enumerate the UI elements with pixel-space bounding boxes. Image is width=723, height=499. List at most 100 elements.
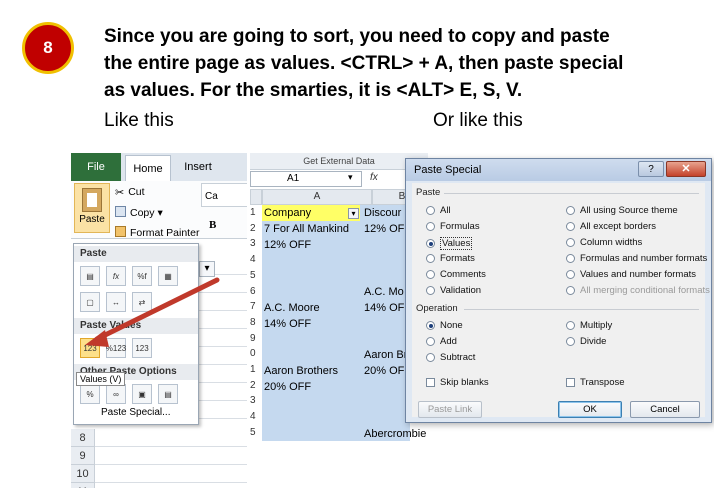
radio-button[interactable] (566, 286, 575, 295)
radio-subtract[interactable]: Subtract (426, 352, 475, 363)
row-header[interactable]: 4 (250, 409, 262, 425)
table-cell[interactable]: 7 For All Mankind (264, 223, 349, 235)
radio-formulas-and-number-formats[interactable]: Formulas and number formats (566, 253, 707, 264)
filter-dropdown-icon[interactable]: ▾ (348, 208, 359, 219)
table-cell[interactable]: 20% OFF (264, 381, 311, 393)
row-header[interactable]: 7 (250, 299, 262, 315)
radio-label: Values and number formats (580, 269, 696, 280)
radio-button[interactable] (566, 222, 575, 231)
checkbox[interactable] (426, 378, 435, 387)
help-button[interactable]: ? (638, 161, 664, 177)
radio-all-using-source-theme[interactable]: All using Source theme (566, 205, 678, 216)
row-header[interactable]: 5 (250, 268, 262, 284)
row-header[interactable]: 4 (250, 252, 262, 268)
radio-button-selected[interactable] (426, 321, 435, 330)
ribbon-screenshot: File Home Insert Paste ✂ Cut Copy ▾ Forma… (71, 153, 247, 488)
close-button[interactable]: ✕ (666, 161, 706, 177)
column-header-a[interactable]: A (262, 189, 372, 205)
row-header[interactable]: 6 (250, 284, 262, 300)
row-header[interactable]: 9 (250, 331, 262, 347)
row-header[interactable]: 2 (250, 221, 262, 237)
radio-button[interactable] (566, 238, 575, 247)
cell-header-company[interactable]: Company (264, 207, 311, 219)
dialog-body: Paste All Formulas Values Formats Commen… (412, 183, 710, 418)
row-header[interactable]: 5 (250, 425, 262, 441)
table-cell[interactable]: Aaron Br (364, 349, 407, 361)
radio-button[interactable] (426, 206, 435, 215)
radio-validation[interactable]: Validation (426, 285, 481, 296)
transpose-checkbox[interactable]: Transpose (566, 377, 625, 388)
paste-group-divider (444, 193, 699, 194)
radio-label: All (440, 205, 451, 216)
radio-button[interactable] (566, 254, 575, 263)
radio-button[interactable] (566, 270, 575, 279)
red-arrow-icon (85, 277, 220, 347)
radio-button-selected[interactable] (426, 239, 435, 248)
ok-button[interactable]: OK (558, 401, 622, 418)
radio-comments[interactable]: Comments (426, 269, 486, 280)
radio-label: Comments (440, 269, 486, 280)
row-header[interactable]: 0 (250, 346, 262, 362)
paste-link-button[interactable]: Paste Link (418, 401, 482, 418)
radio-button[interactable] (566, 206, 575, 215)
step-number: 8 (43, 38, 53, 57)
table-cell[interactable]: A.C. Moore (264, 302, 320, 314)
row-header[interactable]: 3 (250, 393, 262, 409)
skip-blanks-checkbox[interactable]: Skip blanks (426, 377, 489, 388)
table-cell[interactable]: 12% OFF (264, 239, 311, 251)
cell-header-discount[interactable]: Discour (364, 207, 401, 219)
name-box-value: A1 (287, 173, 300, 184)
row-header[interactable]: 3 (250, 236, 262, 252)
radio-button[interactable] (566, 337, 575, 346)
operation-group-divider (464, 309, 699, 310)
radio-column-widths[interactable]: Column widths (566, 237, 642, 248)
step-badge: 8 (22, 22, 74, 74)
instruction-line-2: the entire page as values. <CTRL> + A, t… (104, 53, 624, 74)
row-header[interactable]: 1 (250, 362, 262, 378)
radio-add[interactable]: Add (426, 336, 457, 347)
radio-all-merging-conditional-formats[interactable]: All merging conditional formats (566, 285, 710, 296)
radio-label: Multiply (580, 320, 613, 331)
paste-group-label: Paste (416, 187, 441, 198)
checkbox-label: Skip blanks (440, 377, 489, 388)
radio-multiply[interactable]: Multiply (566, 320, 612, 331)
table-cell[interactable]: Aaron Brothers (264, 365, 338, 377)
radio-button[interactable] (426, 353, 435, 362)
cancel-button[interactable]: Cancel (630, 401, 700, 418)
radio-all-except-borders[interactable]: All except borders (566, 221, 656, 232)
radio-formulas[interactable]: Formulas (426, 221, 480, 232)
radio-divide[interactable]: Divide (566, 336, 606, 347)
radio-button[interactable] (426, 254, 435, 263)
instruction-line-1: Since you are going to sort, you need to… (104, 26, 610, 47)
table-cell[interactable]: 14% OFF (264, 318, 311, 330)
radio-button[interactable] (566, 321, 575, 330)
radio-values[interactable]: Values (426, 237, 473, 250)
radio-all[interactable]: All (426, 205, 451, 216)
radio-label: All using Source theme (580, 205, 678, 216)
row-header[interactable]: 8 (250, 315, 262, 331)
table-cell[interactable]: Abercrombie (364, 428, 426, 440)
radio-button[interactable] (426, 270, 435, 279)
radio-none[interactable]: None (426, 320, 463, 331)
paste-special-screenshot: Get External Data A1 ▾ fx A B 1 2 3 4 5 … (250, 153, 714, 441)
name-box-dropdown-icon[interactable]: ▾ (348, 172, 353, 183)
radio-label: Add (440, 336, 457, 347)
radio-values-and-number-formats[interactable]: Values and number formats (566, 269, 696, 280)
row-header[interactable]: 1 (250, 205, 262, 221)
radio-label: Formats (440, 253, 475, 264)
caption-or-like-this: Or like this (433, 110, 523, 131)
checkbox[interactable] (566, 378, 575, 387)
select-all-corner[interactable] (250, 189, 262, 205)
radio-button[interactable] (426, 286, 435, 295)
radio-label: Subtract (440, 352, 476, 363)
table-cell[interactable]: A.C. Mo (364, 286, 404, 298)
radio-button[interactable] (426, 337, 435, 346)
radio-label: Formulas and number formats (580, 253, 708, 264)
row-header[interactable]: 2 (250, 378, 262, 394)
radio-button[interactable] (426, 222, 435, 231)
instruction-line-3: as values. For the smarties, it is <ALT>… (104, 80, 523, 101)
radio-formats[interactable]: Formats (426, 253, 475, 264)
radio-label: None (440, 320, 463, 331)
fx-label: fx (370, 172, 378, 183)
name-box[interactable]: A1 (250, 171, 362, 187)
